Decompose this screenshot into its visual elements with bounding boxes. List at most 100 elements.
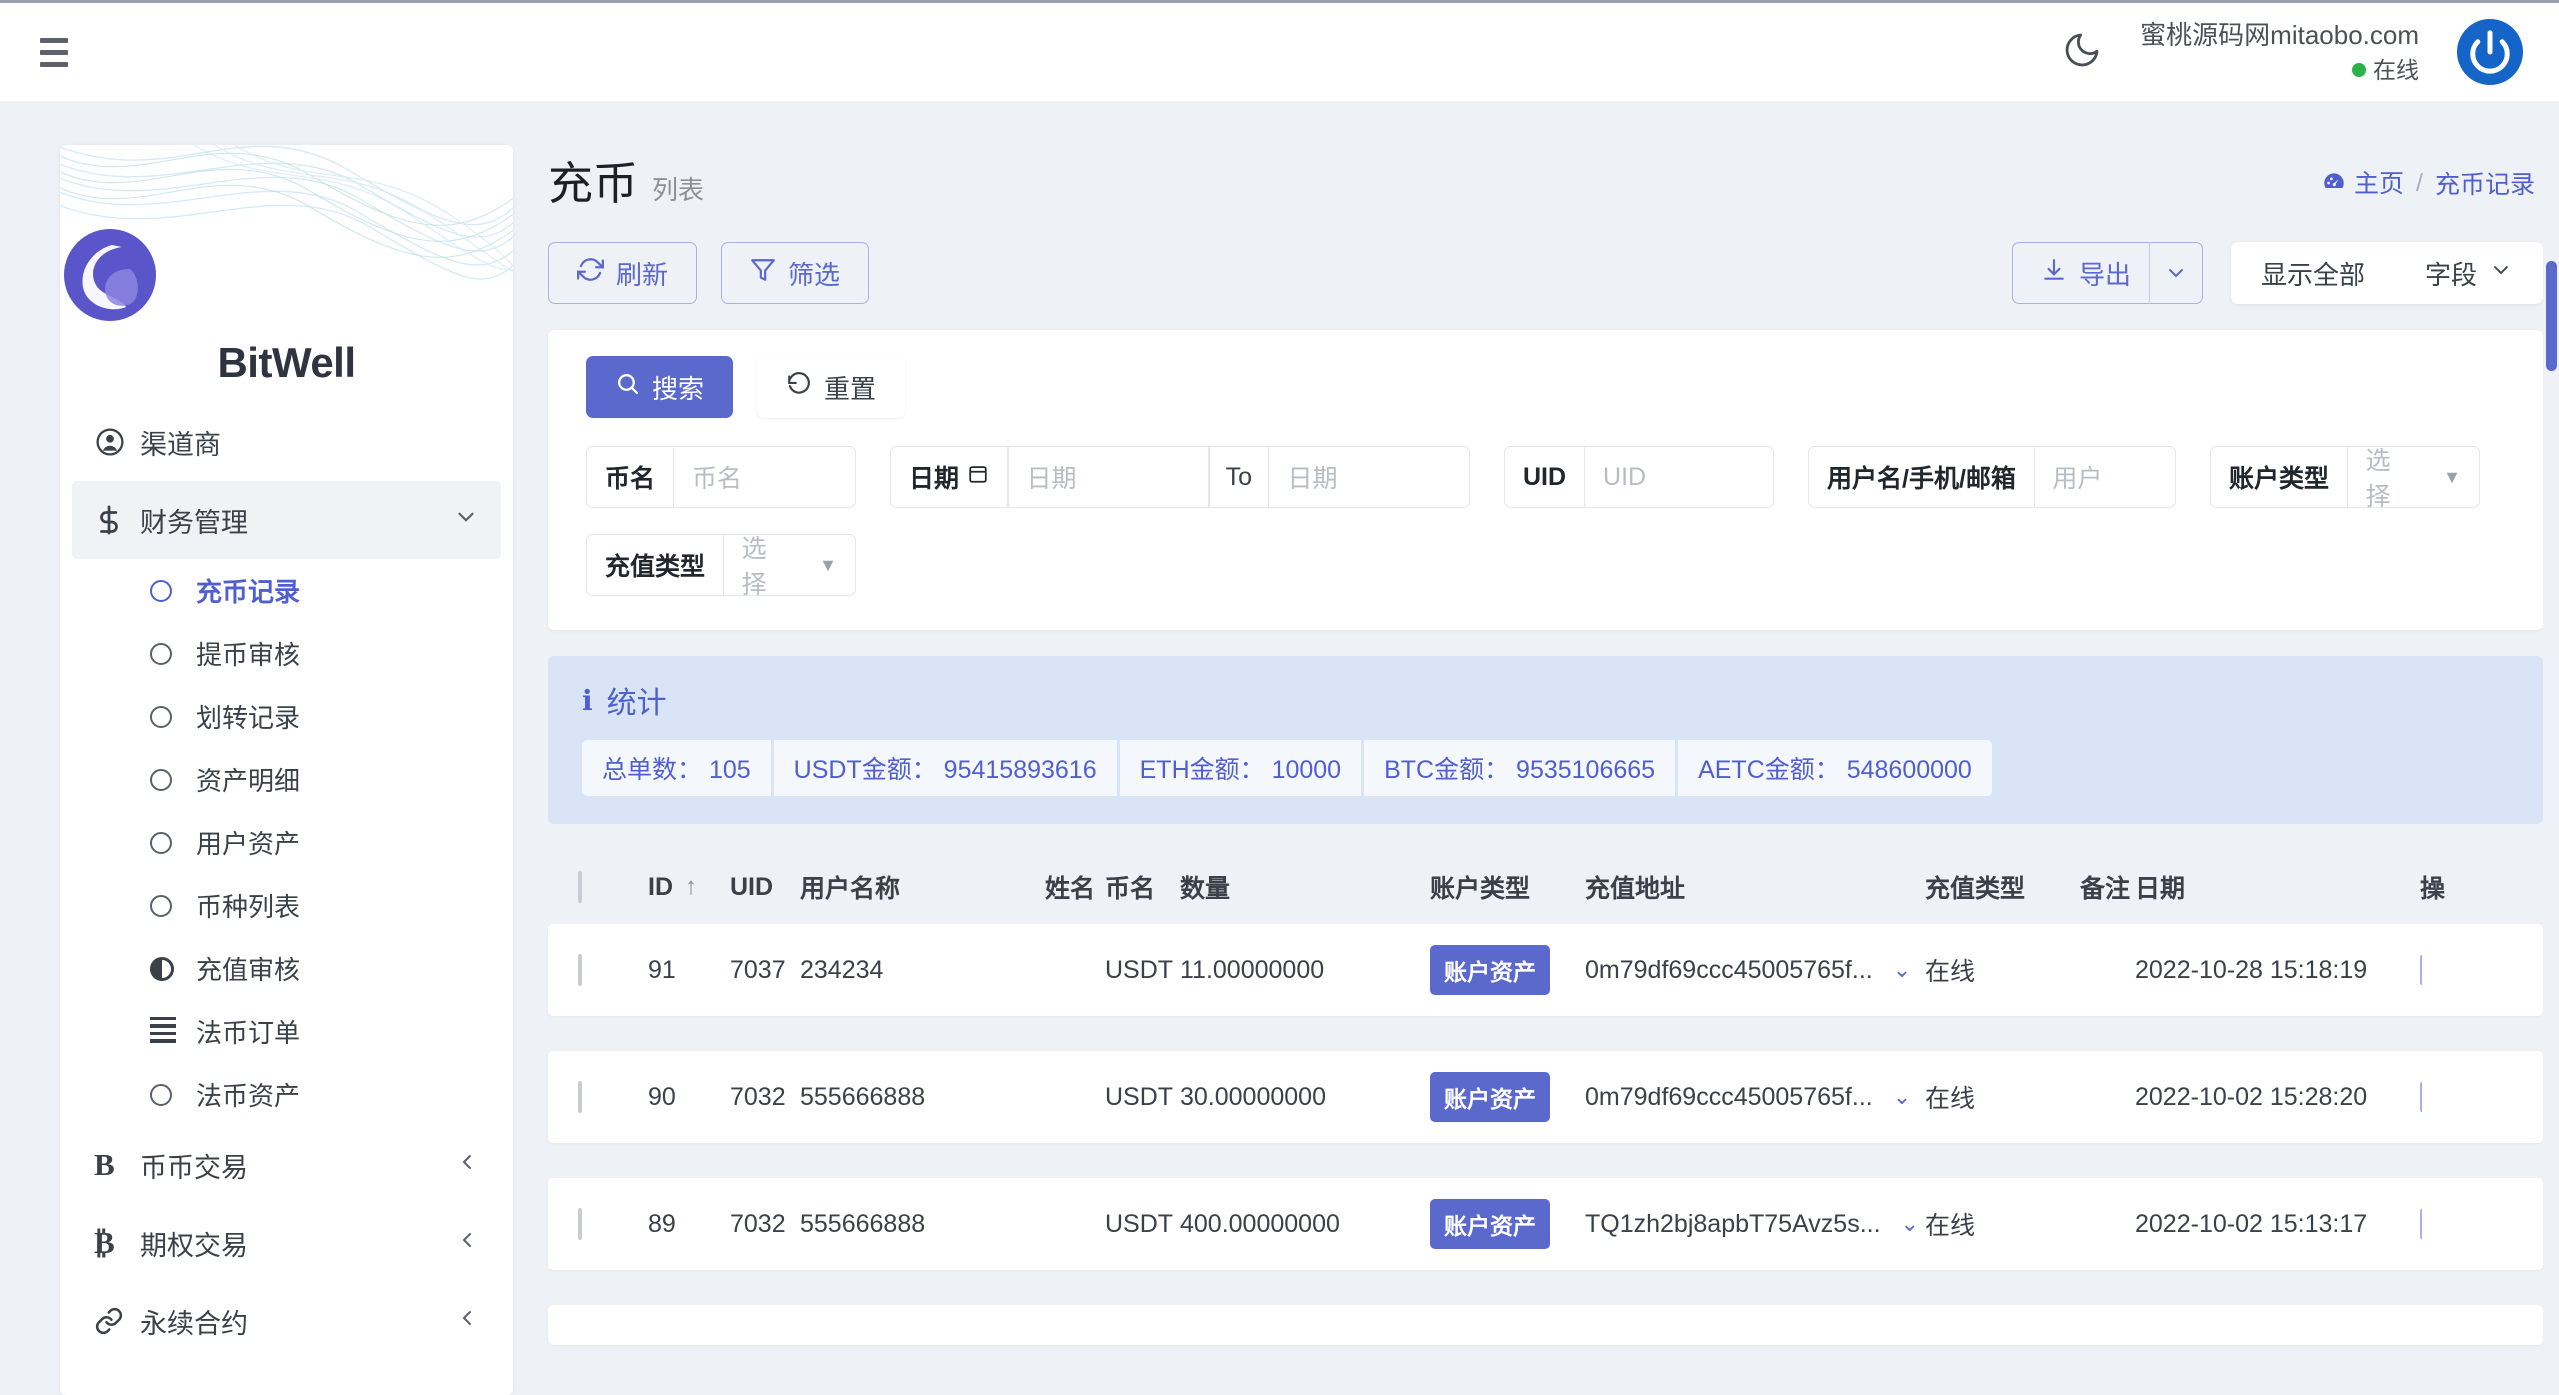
top-bar: 蜜桃源码网mitaobo.com 在线	[0, 0, 2559, 101]
export-button-label: 导出	[2079, 255, 2131, 292]
select-all-checkbox[interactable]	[578, 871, 582, 903]
account-name: 蜜桃源码网mitaobo.com	[2140, 19, 2419, 52]
hamburger-icon[interactable]	[30, 28, 78, 76]
show-all-button[interactable]: 显示全部	[2231, 255, 2395, 292]
sidebar-item-fiat-orders[interactable]: 法币订单	[72, 1000, 501, 1063]
recharge-type-field[interactable]: 充值类型 选择 ▼	[586, 534, 856, 596]
sidebar-item-asset-details[interactable]: 资产明细	[72, 748, 501, 811]
column-header-account-type[interactable]: 账户类型	[1430, 869, 1585, 905]
username-input[interactable]: 用户	[2034, 447, 2175, 507]
column-header-user[interactable]: 用户名称	[800, 869, 1045, 905]
column-header-amount[interactable]: 数量	[1180, 869, 1430, 905]
cell-id: 91	[648, 956, 730, 985]
fields-dropdown[interactable]: 字段	[2395, 255, 2543, 292]
refresh-button-label: 刷新	[616, 255, 668, 292]
chevron-left-icon[interactable]	[455, 1228, 479, 1259]
sidebar-group-options-trading[interactable]: ₿ 期权交易	[72, 1204, 501, 1282]
sidebar-group-finance[interactable]: 财务管理	[72, 481, 501, 559]
scrollbar-thumb[interactable]	[2546, 261, 2557, 371]
column-header-coin[interactable]: 币名	[1105, 869, 1180, 905]
search-button[interactable]: 搜索	[586, 356, 733, 418]
account-type-label: 账户类型	[2211, 447, 2347, 507]
circle-icon	[150, 832, 196, 854]
cell-date: 2022-10-02 15:28:20	[2135, 1083, 2420, 1112]
column-header-recharge-type[interactable]: 充值类型	[1925, 869, 2080, 905]
info-icon: ℹ	[582, 684, 593, 717]
date-range-field[interactable]: 日期 日期 To 日期	[890, 446, 1470, 508]
sidebar-item-label: 渠道商	[140, 423, 479, 462]
username-field[interactable]: 用户名/手机/邮箱 用户	[1808, 446, 2176, 508]
table-row[interactable]: 90 7032 555666888 USDT 30.00000000 账户资产 …	[548, 1051, 2543, 1143]
sidebar-item-label: 法币资产	[196, 1076, 300, 1113]
cell-amount: 30.00000000	[1180, 1083, 1430, 1112]
account-block[interactable]: 蜜桃源码网mitaobo.com 在线	[2140, 19, 2419, 84]
column-header-date[interactable]: 日期	[2135, 869, 2420, 905]
export-button[interactable]: 导出	[2012, 242, 2149, 304]
chevron-left-icon[interactable]	[455, 1306, 479, 1337]
page-title-text: 充币	[548, 158, 638, 209]
column-header-memo[interactable]: 备注	[2080, 869, 2135, 905]
column-header-uid[interactable]: UID	[730, 873, 800, 902]
export-dropdown-toggle[interactable]	[2149, 242, 2203, 304]
reset-button[interactable]: 重置	[757, 356, 905, 418]
table-row[interactable]	[548, 1305, 2543, 1345]
breadcrumb-home[interactable]: 主页	[2321, 164, 2404, 202]
recharge-type-select[interactable]: 选择 ▼	[724, 535, 855, 595]
column-header-id[interactable]: ID ↑	[648, 873, 730, 902]
download-icon	[2041, 257, 2067, 290]
table-row[interactable]: 89 7032 555666888 USDT 400.00000000 账户资产…	[548, 1178, 2543, 1270]
chevron-double-down-icon[interactable]: ⌄	[1893, 957, 1911, 983]
sidebar-item-recharge-review[interactable]: 充值审核	[72, 937, 501, 1000]
uid-input[interactable]: UID	[1585, 447, 1773, 507]
account-type-field[interactable]: 账户类型 选择 ▼	[2210, 446, 2480, 508]
cell-date: 2022-10-02 15:13:17	[2135, 1210, 2420, 1239]
table-row[interactable]: 91 7037 234234 USDT 11.00000000 账户资产 0m7…	[548, 924, 2543, 1016]
circle-icon	[150, 1084, 196, 1106]
stat-chip-aetc-amount: AETC金额： 548600000	[1678, 740, 1992, 796]
sidebar-item-user-assets[interactable]: 用户资产	[72, 811, 501, 874]
sidebar-item-transfer-records[interactable]: 划转记录	[72, 685, 501, 748]
operation-button[interactable]	[2420, 1209, 2422, 1239]
chevron-down-icon[interactable]	[453, 504, 479, 537]
toolbar-right: 导出 显示全部 字段	[2012, 242, 2543, 304]
account-type-select[interactable]: 选择 ▼	[2348, 447, 2479, 507]
row-checkbox[interactable]	[578, 1081, 582, 1113]
sidebar-item-coin-list[interactable]: 币种列表	[72, 874, 501, 937]
coin-name-label: 币名	[587, 447, 673, 507]
operation-button[interactable]	[2420, 1082, 2422, 1112]
brand-name: BitWell	[60, 339, 513, 387]
main-content: 充币列表 主页 / 充币记录 刷新 筛选	[548, 140, 2543, 1380]
chevron-left-icon[interactable]	[455, 1150, 479, 1181]
caret-down-icon: ▼	[819, 555, 837, 576]
operation-button[interactable]	[2420, 955, 2422, 985]
cell-address: 0m79df69ccc45005765f... ⌄	[1585, 956, 1925, 985]
vertical-scrollbar[interactable]	[2543, 101, 2559, 1336]
coin-name-input[interactable]: 币名	[674, 447, 855, 507]
chevron-double-down-icon[interactable]: ⌄	[1893, 1084, 1911, 1110]
moon-icon[interactable]	[2062, 30, 2102, 75]
row-checkbox[interactable]	[578, 1208, 582, 1240]
filter-button[interactable]: 筛选	[721, 242, 869, 304]
sidebar-group-perpetual-contract[interactable]: 永续合约	[72, 1282, 501, 1360]
coin-name-field[interactable]: 币名 币名	[586, 446, 856, 508]
sidebar-item-channel[interactable]: 渠道商	[72, 403, 501, 481]
avatar[interactable]	[2457, 19, 2523, 85]
sidebar-item-deposit-records[interactable]: 充币记录	[72, 559, 501, 622]
sidebar-group-spot-trading[interactable]: B 币币交易	[72, 1126, 501, 1204]
column-header-address[interactable]: 充值地址	[1585, 869, 1925, 905]
column-header-name[interactable]: 姓名	[1045, 869, 1105, 905]
bars-icon	[150, 1017, 196, 1047]
uid-field[interactable]: UID UID	[1504, 446, 1774, 508]
row-checkbox[interactable]	[578, 954, 582, 986]
address-text: 0m79df69ccc45005765f...	[1585, 956, 1873, 985]
date-to-input[interactable]: 日期	[1269, 447, 1469, 507]
toolbar-left: 刷新 筛选	[548, 242, 869, 304]
date-from-input[interactable]: 日期	[1009, 447, 1209, 507]
refresh-button[interactable]: 刷新	[548, 242, 697, 304]
breadcrumb-current[interactable]: 充币记录	[2435, 165, 2535, 201]
sidebar-item-withdraw-review[interactable]: 提币审核	[72, 622, 501, 685]
sidebar-group-label: 期权交易	[140, 1224, 455, 1263]
chevron-double-down-icon[interactable]: ⌄	[1901, 1211, 1919, 1237]
sidebar-item-fiat-assets[interactable]: 法币资产	[72, 1063, 501, 1126]
address-text: TQ1zh2bj8apbT75Avz5s...	[1585, 1210, 1881, 1239]
